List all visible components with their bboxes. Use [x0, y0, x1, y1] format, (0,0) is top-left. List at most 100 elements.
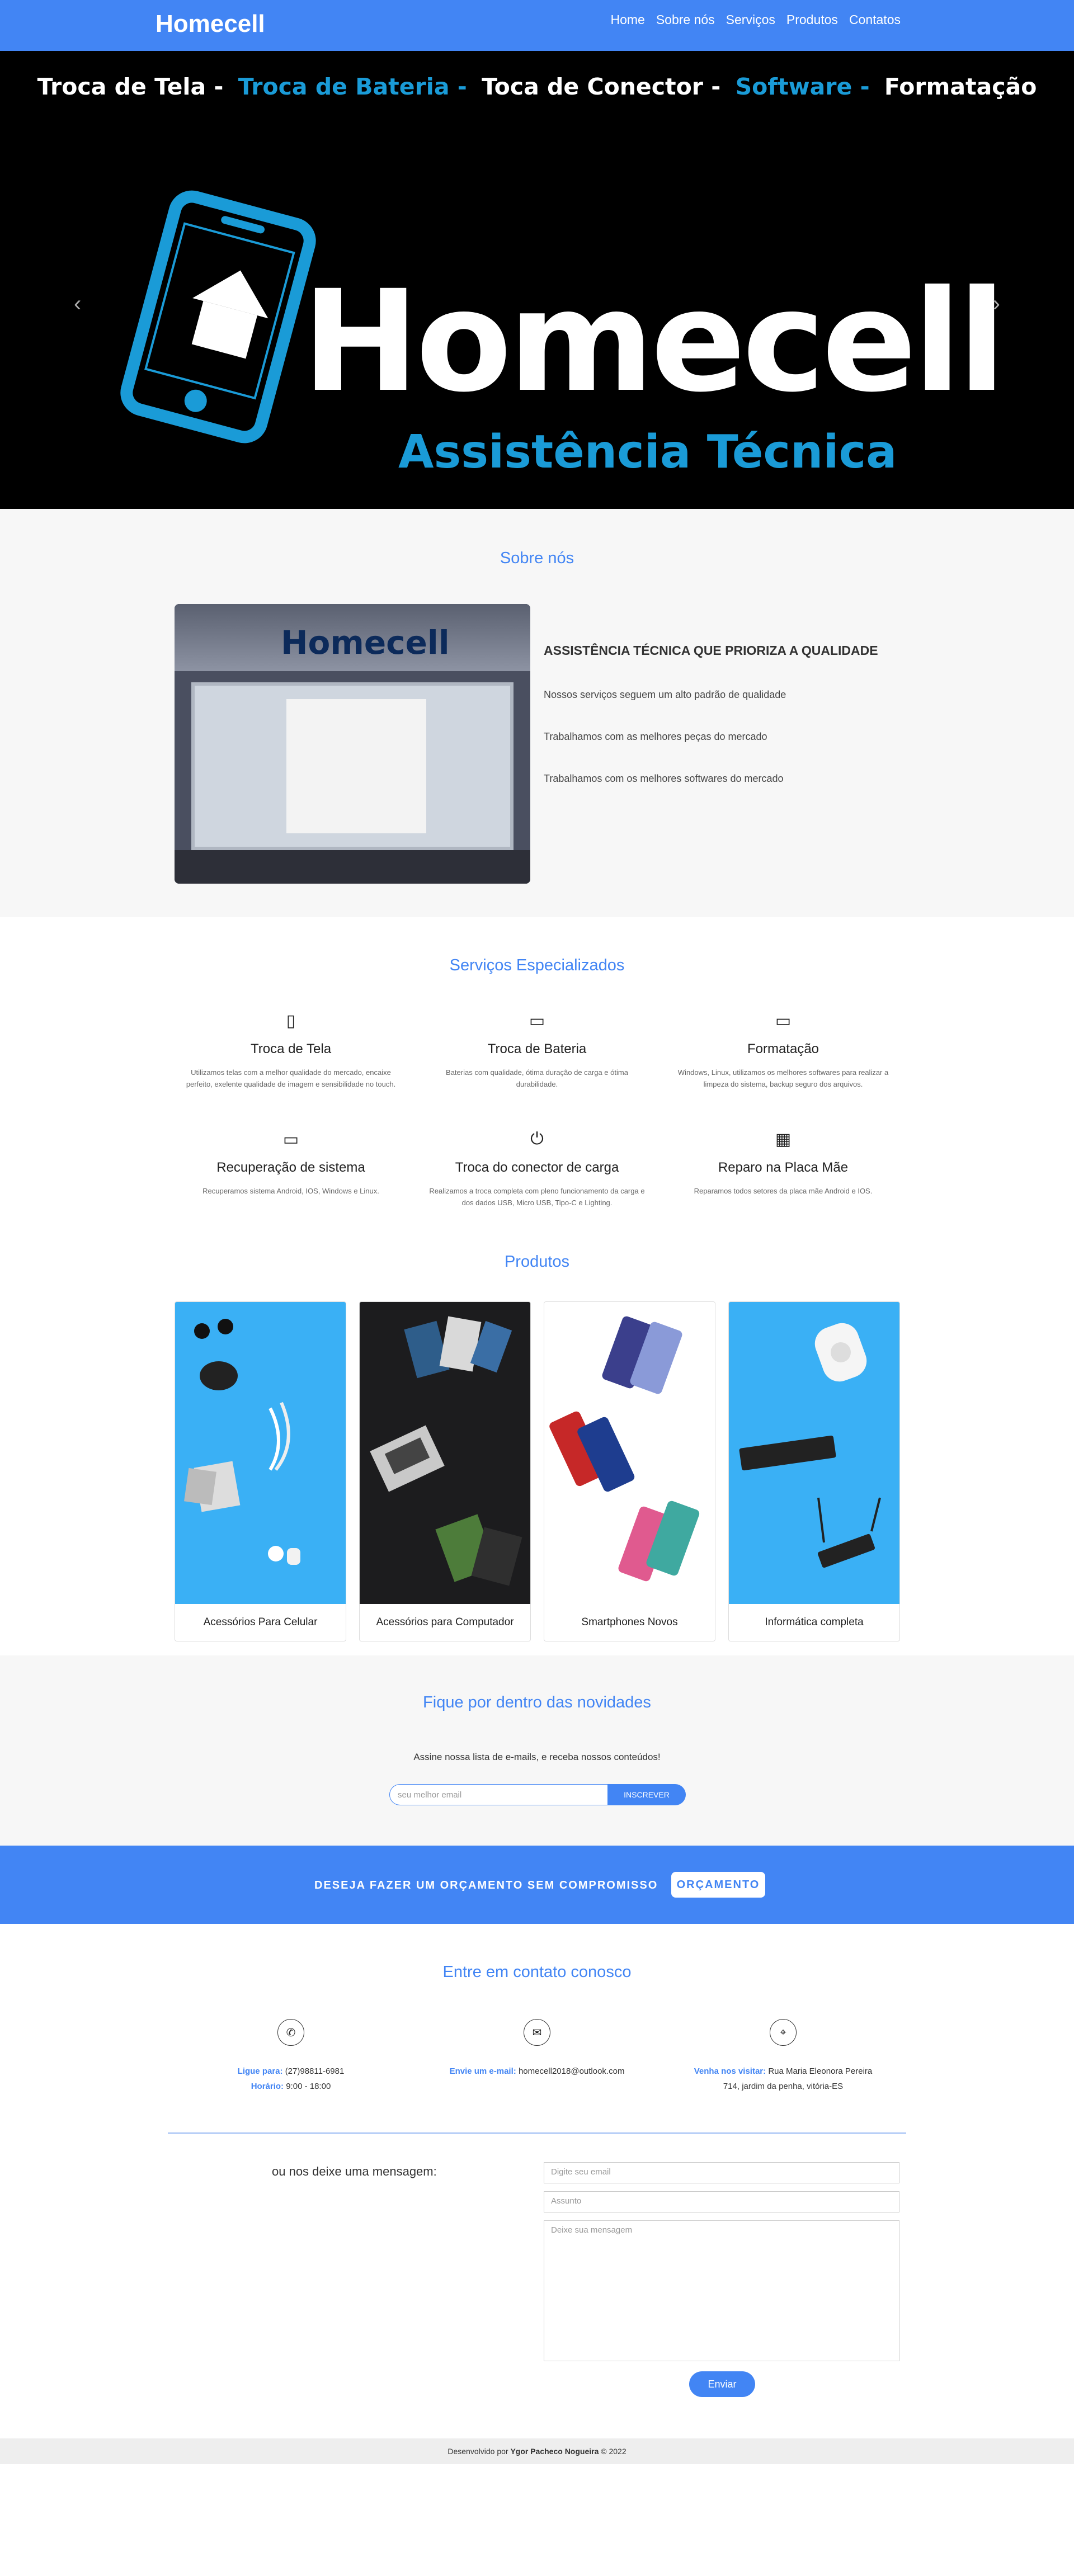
- navbar: Homecell Home Sobre nós Serviços Produto…: [0, 0, 1074, 51]
- nav-item-servicos[interactable]: Serviços: [720, 12, 781, 27]
- phone-logo-icon: [115, 185, 322, 449]
- about-line-1: Nossos serviços seguem um alto padrão de…: [544, 689, 786, 700]
- quote-button[interactable]: ORÇAMENTO: [671, 1872, 765, 1898]
- message-label: ou nos deixe uma mensagem:: [272, 2164, 437, 2178]
- contact-section: Entre em contato conosco ✆ Ligue para: (…: [0, 1924, 1074, 2438]
- chip-icon: ▦: [775, 1130, 792, 1149]
- about-line-2: Trabalhamos com as melhores peças do mer…: [544, 731, 767, 742]
- desktop-icon: ▭: [775, 1012, 792, 1030]
- address-line: Venha nos visitar: Rua Maria Eleonora Pe…: [688, 2064, 878, 2094]
- contact-title: Entre em contato conosco: [442, 1963, 632, 1981]
- service-card-conector: ⏻ Troca do conector de carga Realizamos …: [420, 1130, 654, 1209]
- newsletter-email-input[interactable]: seu melhor email: [389, 1784, 607, 1805]
- about-section: Sobre nós Homecell ASSISTÊNCIA TÉCNICA Q…: [0, 509, 1074, 917]
- product-card-celular[interactable]: Acessórios Para Celular: [175, 1301, 346, 1641]
- service-desc: Utilizamos telas com a melhor qualidade …: [186, 1068, 396, 1088]
- phone-line: Ligue para: (27)98811-6981: [173, 2064, 408, 2079]
- pc-accessories-illustration: [370, 1316, 522, 1586]
- email-address[interactable]: homecell2018@outlook.com: [519, 2067, 625, 2076]
- brand-logo[interactable]: Homecell: [156, 10, 265, 38]
- product-card-computador[interactable]: Acessórios para Computador: [359, 1301, 531, 1641]
- mobile-icon: ▯: [286, 1012, 296, 1030]
- phone-home-button: [182, 387, 210, 415]
- cta-text: DESEJA FAZER UM ORÇAMENTO SEM COMPROMISS…: [314, 1879, 658, 1891]
- hero-service-1: Troca de Tela -: [37, 73, 224, 100]
- service-card-bateria: ▭ Troca de Bateria Baterias com qualidad…: [420, 1011, 654, 1091]
- footer-suffix: © 2022: [601, 2447, 626, 2456]
- service-title: Formatação: [747, 1041, 819, 1056]
- about-heading: ASSISTÊNCIA TÉCNICA QUE PRIORIZA A QUALI…: [544, 643, 878, 658]
- informatica-illustration: [739, 1323, 881, 1568]
- contact-email-field[interactable]: Digite seu email: [544, 2162, 899, 2183]
- service-card-placa: ▦ Reparo na Placa Mãe Reparamos todos se…: [666, 1130, 901, 1197]
- subscribe-button[interactable]: INSCREVER: [607, 1784, 686, 1805]
- footer: Desenvolvido por Ygor Pacheco Nogueira ©…: [0, 2438, 1074, 2464]
- contact-subject-field[interactable]: Assunto: [544, 2191, 899, 2212]
- service-desc: Recuperamos sistema Android, IOS, Window…: [202, 1187, 379, 1195]
- store-sign-text: Homecell: [281, 624, 450, 662]
- service-title: Troca de Bateria: [487, 1041, 587, 1056]
- nav-item-home[interactable]: Home: [605, 12, 650, 27]
- hero-services-line: Troca de Tela - Troca de Bateria - Toca …: [0, 73, 1074, 100]
- product-card-informatica[interactable]: Informática completa: [728, 1301, 900, 1641]
- phone-speaker: [220, 215, 266, 234]
- store-floor: [175, 850, 530, 884]
- carousel-prev-icon[interactable]: ‹: [74, 291, 81, 317]
- contact-message-field[interactable]: Deixe sua mensagem: [544, 2220, 899, 2361]
- store-photo: Homecell: [175, 604, 530, 884]
- service-desc: Reparamos todos setores da placa mãe And…: [694, 1187, 873, 1195]
- product-name: Informática completa: [765, 1616, 864, 1628]
- send-button[interactable]: Enviar: [689, 2371, 755, 2397]
- product-card-smartphones[interactable]: Smartphones Novos: [544, 1301, 715, 1641]
- phone-label: Ligue para:: [237, 2067, 283, 2076]
- hero-service-3: Toca de Conector -: [482, 73, 721, 100]
- service-card-formatacao: ▭ Formatação Windows, Linux, utilizamos …: [666, 1011, 901, 1091]
- quote-cta-banner: DESEJA FAZER UM ORÇAMENTO SEM COMPROMISS…: [0, 1846, 1074, 1924]
- nav-menu: Home Sobre nós Serviços Produtos Contato…: [605, 12, 906, 27]
- address-label: Venha nos visitar:: [694, 2067, 766, 2076]
- service-card-recuperacao: ▭ Recuperação de sistema Recuperamos sis…: [173, 1130, 408, 1197]
- newsletter-title: Fique por dentro das novidades: [423, 1693, 651, 1711]
- email-line: Envie um e-mail: homecell2018@outlook.co…: [420, 2064, 654, 2079]
- services-title: Serviços Especializados: [449, 956, 625, 974]
- phone-icon: ✆: [277, 2019, 304, 2046]
- hero-service-2: Troca de Bateria -: [238, 73, 467, 100]
- hero-logo-text: Homecell: [302, 260, 1006, 423]
- envelope-icon: ✉: [524, 2019, 550, 2046]
- hero-service-5: Formatação: [884, 73, 1037, 100]
- hero-logo-subtitle: Assistência Técnica: [398, 426, 897, 479]
- contact-email-block: ✉ Envie um e-mail: homecell2018@outlook.…: [420, 2019, 654, 2079]
- product-image: [360, 1302, 530, 1604]
- service-desc: Realizamos a troca completa com pleno fu…: [429, 1187, 645, 1207]
- battery-icon: ▭: [529, 1012, 545, 1030]
- nav-item-sobre[interactable]: Sobre nós: [651, 12, 720, 27]
- hours-label: Horário:: [251, 2082, 284, 2091]
- contact-phone-block: ✆ Ligue para: (27)98811-6981 Horário: 9:…: [173, 2019, 408, 2094]
- footer-author: Ygor Pacheco Nogueira: [510, 2447, 599, 2456]
- email-label: Envie um e-mail:: [449, 2067, 516, 2076]
- about-line-3: Trabalhamos com os melhores softwares do…: [544, 773, 784, 784]
- nav-item-contatos[interactable]: Contatos: [844, 12, 906, 27]
- phone-number[interactable]: (27)98811-6981: [285, 2067, 345, 2076]
- plug-icon: ⏻: [530, 1130, 544, 1148]
- service-desc: Windows, Linux, utilizamos os melhores s…: [677, 1068, 889, 1088]
- contact-divider: [168, 2132, 906, 2134]
- about-text: ASSISTÊNCIA TÉCNICA QUE PRIORIZA A QUALI…: [544, 643, 902, 815]
- nav-item-produtos[interactable]: Produtos: [781, 12, 844, 27]
- service-card-tela: ▯ Troca de Tela Utilizamos telas com a m…: [173, 1011, 408, 1091]
- footer-prefix: Desenvolvido por: [447, 2447, 508, 2456]
- store-interior: [286, 699, 426, 833]
- about-title: Sobre nós: [500, 549, 574, 567]
- services-section: Serviços Especializados ▯ Troca de Tela …: [0, 917, 1074, 1253]
- newsletter-lead: Assine nossa lista de e-mails, e receba …: [413, 1752, 661, 1762]
- products-title: Produtos: [504, 1253, 570, 1271]
- product-name: Acessórios para Computador: [376, 1616, 514, 1628]
- hours-line: Horário: 9:00 - 18:00: [173, 2079, 408, 2094]
- product-image: [729, 1302, 899, 1604]
- hero-carousel: Troca de Tela - Troca de Bateria - Toca …: [0, 51, 1074, 509]
- hours-value: 9:00 - 18:00: [286, 2082, 331, 2091]
- laptop-icon: ▭: [282, 1130, 299, 1149]
- carousel-next-icon[interactable]: ›: [993, 291, 1000, 317]
- service-desc: Baterias com qualidade, ótima duração de…: [446, 1068, 628, 1088]
- products-section: Produtos Acessórios Para Celular Acessór…: [0, 1253, 1074, 1641]
